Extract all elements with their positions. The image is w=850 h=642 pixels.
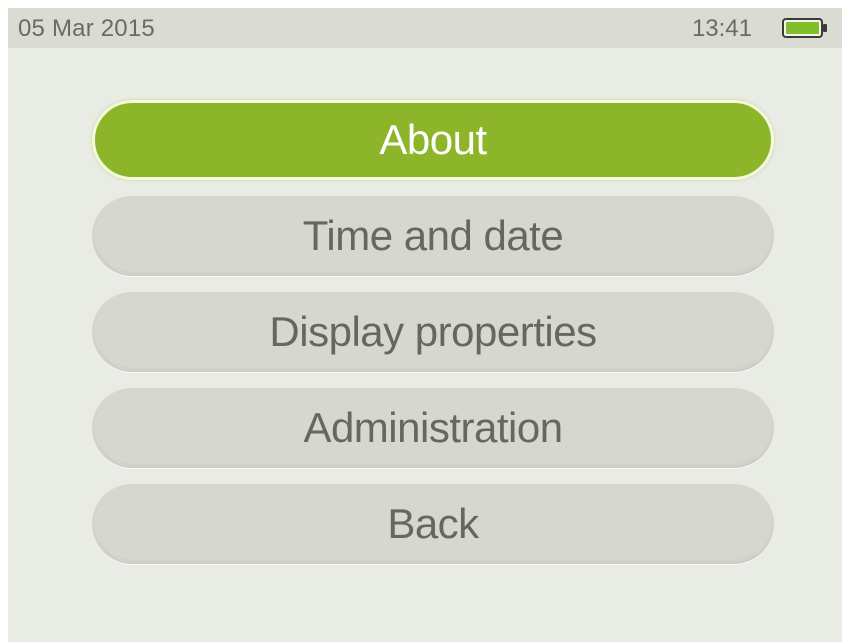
display-properties-button[interactable]: Display properties <box>92 292 774 372</box>
time-and-date-button[interactable]: Time and date <box>92 196 774 276</box>
status-bar: 05 Mar 2015 13:41 <box>8 8 842 48</box>
device-screen: 05 Mar 2015 13:41 About Time and date Di… <box>8 8 842 642</box>
status-date: 05 Mar 2015 <box>18 15 155 42</box>
about-button[interactable]: About <box>92 100 774 180</box>
battery-full-icon <box>782 18 827 38</box>
administration-button[interactable]: Administration <box>92 388 774 468</box>
settings-menu: About Time and date Display properties A… <box>92 100 774 580</box>
status-time: 13:41 <box>691 15 752 42</box>
back-button[interactable]: Back <box>92 484 774 564</box>
